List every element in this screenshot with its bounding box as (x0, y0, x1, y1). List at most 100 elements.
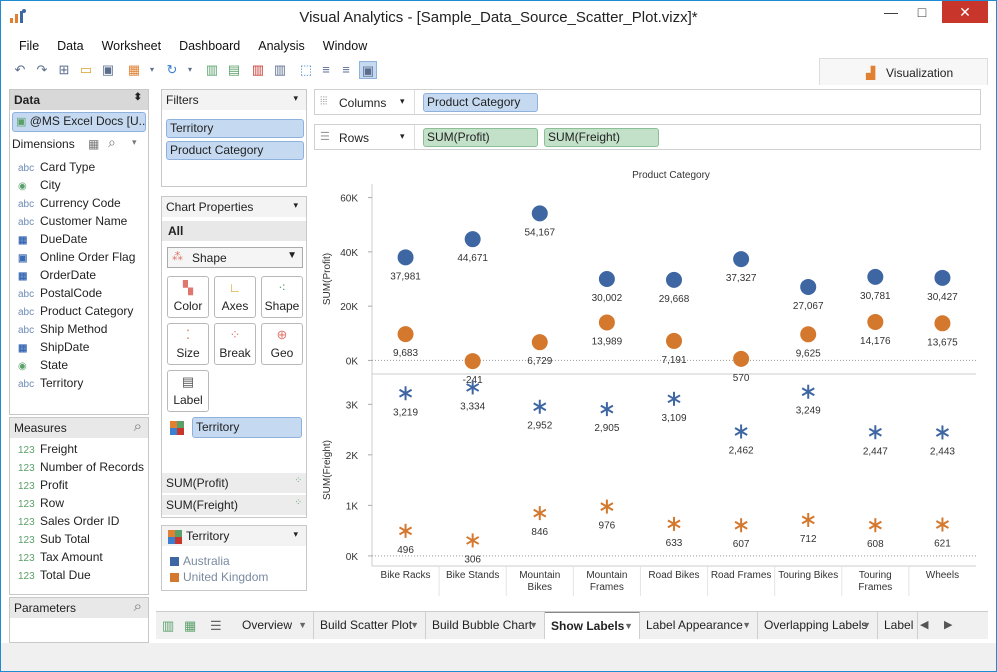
filter-pill-territory[interactable]: Territory (166, 119, 304, 138)
search-icon[interactable]: ⌕ (108, 134, 116, 151)
measure-tab-freight[interactable]: SUM(Freight) ⁘ (162, 495, 306, 515)
search-icon[interactable]: ⌕ (134, 598, 142, 615)
sheet-tab[interactable]: Show Labels ▼ (545, 612, 640, 639)
chevron-down-icon[interactable]: ▾ (400, 131, 405, 142)
sheet-list-icon[interactable]: ☰ (210, 618, 222, 634)
dimension-item[interactable]: abc Currency Code (18, 194, 121, 212)
chevron-down-icon[interactable]: ▼ (529, 612, 538, 639)
visualization-tab[interactable]: ▟ Visualization (819, 58, 988, 85)
menu-worksheet[interactable]: Worksheet (92, 37, 170, 55)
search-icon[interactable]: ⌕ (134, 418, 142, 435)
chevron-down-icon[interactable]: ▼ (298, 612, 307, 639)
chevron-down-icon[interactable]: ▾ (143, 61, 161, 79)
dimension-item[interactable]: abc Customer Name (18, 212, 127, 230)
data-source-selector[interactable]: ▣ @MS Excel Docs [U... (12, 112, 146, 132)
refresh-icon[interactable]: ↻ (163, 61, 181, 79)
sheet-tab[interactable]: Label (878, 612, 918, 639)
sheet-tab[interactable]: Label Appearance ▼ (640, 612, 758, 639)
clear-sheet-icon[interactable]: ▥ (249, 61, 267, 79)
dimension-item[interactable]: abc PostalCode (18, 284, 102, 302)
measure-item[interactable]: 123 Profit (18, 476, 68, 494)
geo-card[interactable]: ⊕ Geo (261, 323, 303, 365)
redo-icon[interactable]: ↷ (33, 61, 51, 79)
dimension-item[interactable]: abc Ship Method (18, 320, 107, 338)
menu-data[interactable]: Data (47, 37, 91, 55)
dimension-item[interactable]: ▦ ShipDate (18, 338, 89, 356)
axes-card[interactable]: ∟ Axes (214, 276, 256, 318)
dimension-item[interactable]: ▦ DueDate (18, 230, 87, 248)
chevron-down-icon[interactable]: ▾ (181, 61, 199, 79)
sheet-tab[interactable]: Build Scatter Plot ▼ (314, 612, 426, 639)
measure-item[interactable]: 123 Sub Total (18, 530, 90, 548)
color-card[interactable]: ▚ Color (167, 276, 209, 318)
dimension-item[interactable]: ◉ City (18, 176, 61, 194)
columns-shelf[interactable]: ⦙⦙⦙ Columns ▾ Product Category (314, 89, 981, 115)
chevron-down-icon[interactable]: ▼ (410, 612, 419, 639)
chevron-down-icon[interactable]: ▼ (862, 612, 871, 639)
sheet-tab[interactable]: Overlapping Labels ▼ (758, 612, 878, 639)
filter-pill-product-category[interactable]: Product Category (166, 141, 304, 160)
chevron-down-icon[interactable]: ▾ (293, 529, 298, 540)
dimension-item[interactable]: abc Card Type (18, 158, 95, 176)
chevron-down-icon[interactable]: ▾ (293, 93, 298, 104)
dimension-item[interactable]: ▣ Online Order Flag (18, 248, 135, 266)
chevron-down-icon[interactable]: ▾ (293, 200, 298, 211)
duplicate-sheet-icon[interactable]: ▤ (225, 61, 243, 79)
chevron-down-icon[interactable]: ▼ (624, 613, 633, 639)
show-labels-icon[interactable]: ▣ (359, 61, 377, 79)
measure-tab-profit[interactable]: SUM(Profit) ⁘ (162, 473, 306, 493)
new-worksheet-icon[interactable]: ▥ (203, 61, 221, 79)
new-sheet-icon[interactable]: ⊞ (55, 61, 73, 79)
sheet-tab[interactable]: Overview ▼ (236, 612, 314, 639)
collapse-icon[interactable]: ⬍ (134, 92, 142, 103)
menu-analysis[interactable]: Analysis (248, 37, 313, 55)
sort-descending-icon[interactable]: ≡ (337, 61, 355, 79)
columns-pill-product-category[interactable]: Product Category (423, 93, 538, 112)
shape-card[interactable]: ⁖ Shape (261, 276, 303, 318)
mark-type-select[interactable]: ⁂ Shape ▼ (167, 247, 303, 268)
menu-file[interactable]: File (9, 37, 47, 55)
size-card[interactable]: ⁚ Size (167, 323, 209, 365)
minimize-button[interactable]: — (876, 3, 906, 23)
rows-shelf[interactable]: ☰ Rows ▾ SUM(Profit) SUM(Freight) (314, 124, 981, 150)
measure-item[interactable]: 123 Sales Order ID (18, 512, 119, 530)
group-icon[interactable]: ⬚ (297, 61, 315, 79)
undo-icon[interactable]: ↶ (11, 61, 29, 79)
open-folder-icon[interactable]: ▭ (77, 61, 95, 79)
data-source-icon[interactable]: ▦ (125, 61, 143, 79)
chevron-down-icon[interactable]: ▾ (132, 137, 137, 148)
new-worksheet-icon[interactable]: ▥ (162, 618, 174, 634)
color-pill-territory[interactable]: Territory (192, 417, 302, 438)
scroll-right-icon[interactable]: ▶ (944, 618, 952, 631)
dimension-item[interactable]: abc Territory (18, 374, 83, 392)
legend-item-united-kingdom[interactable]: United Kingdom (183, 570, 268, 584)
dimension-item[interactable]: abc Product Category (18, 302, 133, 320)
measure-item[interactable]: 123 Tax Amount (18, 548, 103, 566)
measure-item[interactable]: 123 Row (18, 494, 64, 512)
scatter-chart[interactable]: Product Category SUM(Profit) 0K 20K 40K 60K 37… (314, 156, 981, 604)
measure-item[interactable]: 123 Total Due (18, 566, 91, 584)
label-card[interactable]: ▤ Label (167, 370, 209, 412)
new-dashboard-icon[interactable]: ▦ (184, 618, 196, 634)
dimension-item[interactable]: ▦ OrderDate (18, 266, 96, 284)
sort-ascending-icon[interactable]: ≡ (317, 61, 335, 79)
measure-item[interactable]: 123 Number of Records (18, 458, 144, 476)
dimension-item[interactable]: ◉ State (18, 356, 68, 374)
chevron-down-icon[interactable]: ▾ (400, 96, 405, 107)
menu-window[interactable]: Window (313, 37, 375, 55)
break-card[interactable]: ⁘ Break (214, 323, 256, 365)
measure-item[interactable]: 123 Freight (18, 440, 77, 458)
close-button[interactable]: ✕ (942, 1, 988, 23)
chevron-down-icon[interactable]: ▼ (742, 612, 751, 639)
menu-dashboard[interactable]: Dashboard (169, 37, 248, 55)
swap-axes-icon[interactable]: ▥ (271, 61, 289, 79)
scope-all[interactable]: All (162, 221, 306, 241)
save-icon[interactable]: ▣ (99, 61, 117, 79)
legend-item-australia[interactable]: Australia (183, 554, 230, 568)
sheet-tab[interactable]: Build Bubble Chart ▼ (426, 612, 545, 639)
maximize-button[interactable]: □ (907, 3, 937, 23)
rows-pill-sum-profit[interactable]: SUM(Profit) (423, 128, 538, 147)
scroll-left-icon[interactable]: ◀ (920, 618, 928, 631)
rows-pill-sum-freight[interactable]: SUM(Freight) (544, 128, 659, 147)
grid-icon[interactable]: ▦ (88, 137, 99, 151)
